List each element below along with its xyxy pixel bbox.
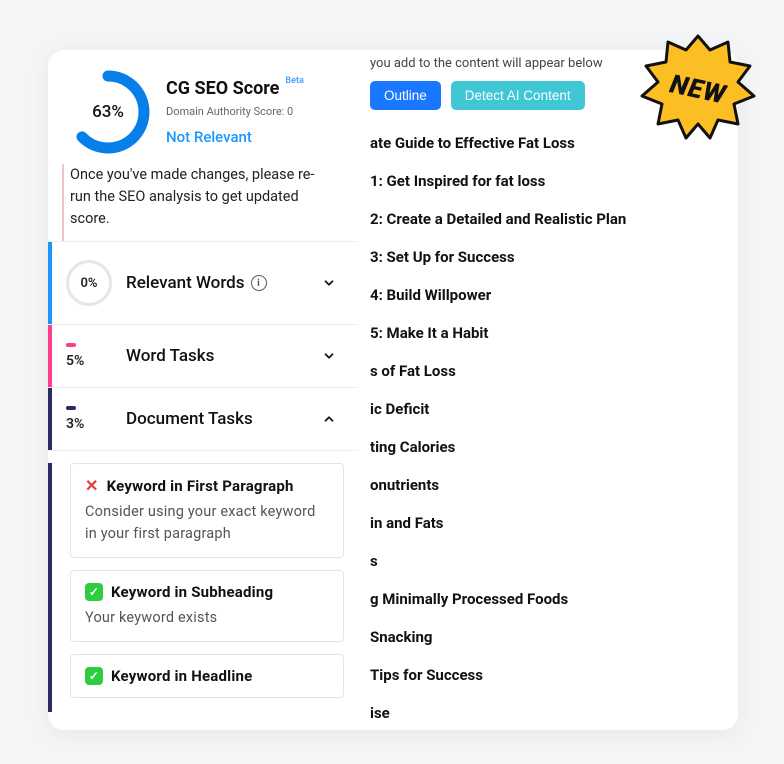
info-icon[interactable]: i: [251, 275, 267, 291]
outline-heading[interactable]: ise: [370, 694, 738, 730]
outline-button[interactable]: Outline: [370, 81, 441, 110]
domain-authority-score: Domain Authority Score: 0: [166, 105, 304, 118]
task-card[interactable]: ✓ Keyword in Headline: [70, 654, 344, 698]
outline-heading[interactable]: 5: Make It a Habit: [370, 314, 738, 352]
outline-heading[interactable]: 1: Get Inspired for fat loss: [370, 162, 738, 200]
outline-heading[interactable]: onutrients: [370, 466, 738, 504]
accordion-word-tasks[interactable]: 5% Word Tasks: [48, 325, 358, 388]
accordion-document-tasks[interactable]: 3% Document Tasks: [48, 388, 358, 451]
detect-ai-button[interactable]: Detect AI Content: [451, 81, 585, 110]
chevron-up-icon: [320, 410, 338, 428]
accordion: 0% Relevant Words i 5% Word Tasks: [48, 241, 358, 711]
task-title: Keyword in First Paragraph: [107, 477, 294, 495]
outline-heading[interactable]: Snacking: [370, 618, 738, 656]
beta-badge: Beta: [285, 76, 303, 86]
chevron-down-icon: [320, 274, 338, 292]
outline-heading[interactable]: Tips for Success: [370, 656, 738, 694]
word-tasks-pct: 5%: [66, 353, 84, 369]
outline-heading[interactable]: s: [370, 542, 738, 580]
outline-heading[interactable]: in and Fats: [370, 504, 738, 542]
word-tasks-label: Word Tasks: [126, 346, 214, 366]
outline-heading[interactable]: 4: Build Willpower: [370, 276, 738, 314]
score-percent: 63%: [66, 70, 150, 154]
check-icon: ✓: [85, 667, 103, 685]
outline-heading[interactable]: s of Fat Loss: [370, 352, 738, 390]
score-ring: 63%: [66, 70, 150, 154]
task-card[interactable]: ✕ Keyword in First Paragraph Consider us…: [70, 463, 344, 558]
task-desc: Your keyword exists: [85, 607, 329, 629]
task-desc: Consider using your exact keyword in you…: [85, 501, 329, 545]
outline-heading[interactable]: g Minimally Processed Foods: [370, 580, 738, 618]
seo-sidebar: 63% CG SEO Score Beta Domain Authority S…: [48, 50, 358, 730]
task-title: Keyword in Headline: [111, 667, 252, 685]
score-header: 63% CG SEO Score Beta Domain Authority S…: [48, 50, 358, 164]
chevron-down-icon: [320, 347, 338, 365]
relevant-words-label: Relevant Words: [126, 273, 245, 293]
score-title: CG SEO Score: [166, 78, 279, 99]
outline-heading[interactable]: ting Calories: [370, 428, 738, 466]
document-tasks-list: ✕ Keyword in First Paragraph Consider us…: [48, 463, 358, 711]
outline-list: ate Guide to Effective Fat Loss 1: Get I…: [370, 124, 738, 730]
document-tasks-pct: 3%: [66, 416, 84, 432]
app-card: 63% CG SEO Score Beta Domain Authority S…: [48, 50, 738, 730]
relevance-link[interactable]: Not Relevant: [166, 128, 304, 146]
task-card[interactable]: ✓ Keyword in Subheading Your keyword exi…: [70, 570, 344, 642]
main-pane: you add to the content will appear below…: [358, 50, 738, 730]
task-title: Keyword in Subheading: [111, 583, 273, 601]
relevant-words-pct: 0%: [66, 260, 112, 306]
accordion-relevant-words[interactable]: 0% Relevant Words i: [48, 242, 358, 325]
check-icon: ✓: [85, 583, 103, 601]
x-icon: ✕: [85, 476, 99, 495]
new-badge-text: NEW: [627, 19, 769, 161]
rerun-hint: Once you've made changes, please re-run …: [62, 164, 348, 241]
outline-heading[interactable]: ic Deficit: [370, 390, 738, 428]
outline-heading[interactable]: 2: Create a Detailed and Realistic Plan: [370, 200, 738, 238]
document-tasks-label: Document Tasks: [126, 409, 253, 429]
new-badge: NEW: [638, 30, 758, 150]
outline-heading[interactable]: 3: Set Up for Success: [370, 238, 738, 276]
